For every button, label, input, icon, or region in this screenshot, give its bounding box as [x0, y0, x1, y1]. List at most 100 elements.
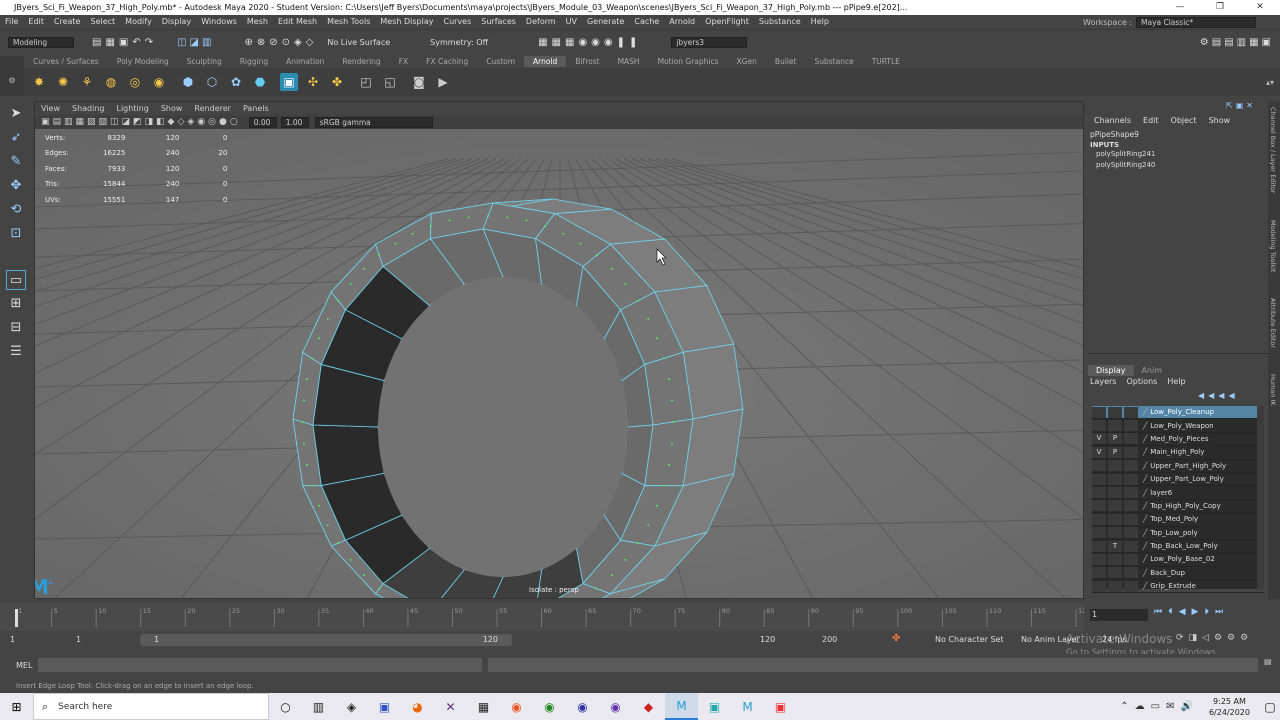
user-dropdown[interactable]: jbyers3: [671, 36, 748, 48]
layer-edit-icon[interactable]: ╱: [1143, 515, 1147, 523]
layer-name[interactable]: Main_High_Poly: [1150, 448, 1204, 456]
menu-mesh-tools[interactable]: Mesh Tools: [322, 15, 375, 29]
layer-name[interactable]: Top_Med_Poly: [1150, 515, 1198, 523]
layer-visibility-toggle[interactable]: [1092, 540, 1106, 552]
layer-playback-toggle[interactable]: T: [1108, 540, 1122, 552]
app-c-icon[interactable]: ▣: [764, 693, 797, 720]
layer-edit-icon[interactable]: ╱: [1143, 448, 1147, 456]
menu-create[interactable]: Create: [49, 15, 86, 29]
maya-taskbar-icon[interactable]: M: [665, 693, 698, 720]
character-set-dropdown[interactable]: No Character Set: [935, 635, 1004, 644]
shelf-tab[interactable]: Bifrost: [566, 56, 608, 67]
notifications-icon[interactable]: ▢: [1260, 693, 1280, 720]
ipr-icon[interactable]: ✤: [328, 73, 346, 91]
layer-name[interactable]: Top_High_Poly_Copy: [1150, 502, 1221, 510]
layer-row[interactable]: ╱ Low_Poly_Weapon: [1092, 419, 1264, 433]
viewport-menu-panels[interactable]: Panels: [237, 102, 275, 115]
layer-color-swatch[interactable]: [1124, 446, 1138, 458]
menu-file[interactable]: File: [0, 15, 23, 29]
layer-name[interactable]: Low_Poly_Base_02: [1150, 555, 1215, 563]
shelf-tab[interactable]: Rigging: [231, 56, 277, 67]
task-view-icon[interactable]: ▥: [302, 693, 335, 720]
mesh-light-icon[interactable]: ⚘: [78, 73, 96, 91]
input-node[interactable]: polySplitRing241: [1096, 149, 1268, 160]
layer-color-swatch[interactable]: [1124, 567, 1138, 579]
photometric-light-icon[interactable]: ◍: [102, 73, 120, 91]
layout-icon[interactable]: ⊟: [6, 318, 26, 338]
shelf-tab[interactable]: Rendering: [333, 56, 389, 67]
menu-mesh[interactable]: Mesh: [242, 15, 273, 29]
tray-icons[interactable]: ⌃☁▭✉🔊: [1120, 701, 1199, 712]
layers-scrollbar[interactable]: [1257, 406, 1264, 589]
playback-option-icons[interactable]: ⟳◨◁⚙⚙⚙: [1176, 633, 1253, 643]
near-clip-field[interactable]: 0.00: [248, 116, 277, 128]
volume-icon[interactable]: ⬢: [179, 73, 197, 91]
menu-openflight[interactable]: OpenFlight: [700, 15, 754, 29]
layer-row[interactable]: T ╱ Top_Back_Low_Poly: [1092, 540, 1264, 554]
colorspace-dropdown[interactable]: sRGB gamma: [314, 116, 433, 128]
shelf-scroll-icon[interactable]: ▴▾: [1266, 78, 1274, 87]
layer-color-swatch[interactable]: [1124, 513, 1138, 525]
side-tab[interactable]: Attribute Editor: [1269, 298, 1277, 348]
layer-edit-icon[interactable]: ╱: [1143, 489, 1147, 497]
layer-name[interactable]: Top_Back_Low_Poly: [1150, 542, 1217, 550]
shelf-tab[interactable]: Poly Modeling: [108, 56, 178, 67]
four-pane-icon[interactable]: ⊞: [6, 294, 26, 314]
light-icon[interactable]: ✸: [30, 73, 48, 91]
layer-playback-toggle[interactable]: [1108, 473, 1122, 485]
layer-playback-toggle[interactable]: [1108, 460, 1122, 472]
layer-visibility-toggle[interactable]: [1092, 473, 1106, 485]
select-tool-icon[interactable]: ➤: [6, 104, 26, 124]
layer-playback-toggle[interactable]: [1108, 580, 1122, 592]
layer-tab[interactable]: Anim: [1134, 365, 1171, 376]
live-surface-label[interactable]: No Live Surface: [327, 38, 390, 47]
current-frame-field[interactable]: 1: [1090, 609, 1148, 621]
shelf-tab[interactable]: Custom: [477, 56, 524, 67]
vs-icon[interactable]: ◈: [335, 693, 368, 720]
layer-row[interactable]: ╱ Grip_Extrude: [1092, 580, 1264, 594]
layer-playback-toggle[interactable]: P: [1108, 433, 1122, 445]
app-s-icon[interactable]: ◉: [566, 693, 599, 720]
layer-row[interactable]: ╱ Back_Dup: [1092, 567, 1264, 581]
layer-name[interactable]: Med_Poly_Pieces: [1150, 435, 1208, 443]
channel-box-menu-object[interactable]: Object: [1171, 116, 1197, 125]
lasso-tool-icon[interactable]: ➶: [6, 128, 26, 148]
calculator-icon[interactable]: ▦: [467, 693, 500, 720]
layer-name[interactable]: Back_Dup: [1150, 569, 1185, 577]
render-view-icon[interactable]: ✣: [304, 73, 322, 91]
maya-alt-icon[interactable]: M: [731, 693, 764, 720]
curve-collector-icon[interactable]: ✿: [227, 73, 245, 91]
skydome-light-icon[interactable]: ◎: [126, 73, 144, 91]
layer-menu[interactable]: Layers: [1090, 377, 1116, 386]
physical-sky-icon[interactable]: ◉: [150, 73, 168, 91]
layer-color-swatch[interactable]: [1124, 580, 1138, 592]
maximize-button[interactable]: ❐: [1200, 0, 1240, 15]
layer-row[interactable]: ╱ Upper_Part_High_Poly: [1092, 460, 1264, 473]
play-icon[interactable]: ▶: [434, 73, 452, 91]
shelf-tab[interactable]: FX Caching: [417, 56, 477, 67]
layer-playback-toggle[interactable]: [1108, 500, 1122, 512]
mode-dropdown[interactable]: Modeling: [8, 36, 74, 48]
channel-box-menu-show[interactable]: Show: [1209, 116, 1231, 125]
viewport-persp[interactable]: View Shading Lighting Show Renderer Panels ▣▤…: [34, 101, 1084, 599]
menu-windows[interactable]: Windows: [196, 15, 242, 29]
close-button[interactable]: ✕: [1240, 0, 1280, 15]
layer-edit-icon[interactable]: ╱: [1143, 435, 1147, 443]
hair-icon[interactable]: ◱: [381, 73, 399, 91]
xnview-icon[interactable]: ✕: [434, 693, 467, 720]
range-bar[interactable]: 1 120: [140, 634, 512, 646]
select-mode-icons[interactable]: ◫◪▥: [177, 37, 214, 48]
layer-row[interactable]: ╱ Top_Low_poly: [1092, 527, 1264, 540]
layer-name[interactable]: layer6: [1150, 489, 1172, 497]
layer-color-swatch[interactable]: [1124, 473, 1138, 485]
layer-visibility-toggle[interactable]: V: [1092, 433, 1106, 445]
layer-color-swatch[interactable]: [1124, 487, 1138, 499]
menu-display[interactable]: Display: [157, 15, 197, 29]
layer-playback-toggle[interactable]: P: [1108, 446, 1122, 458]
viewport-menu-shading[interactable]: Shading: [66, 102, 111, 115]
channel-box-menu-edit[interactable]: Edit: [1143, 116, 1159, 125]
shelf-tab[interactable]: TURTLE: [863, 56, 909, 67]
taskbar-search[interactable]: ⌕ Search here: [33, 693, 269, 720]
shelf-menu-icon[interactable]: ⚙: [0, 56, 24, 96]
layer-tab[interactable]: Display: [1088, 365, 1134, 376]
